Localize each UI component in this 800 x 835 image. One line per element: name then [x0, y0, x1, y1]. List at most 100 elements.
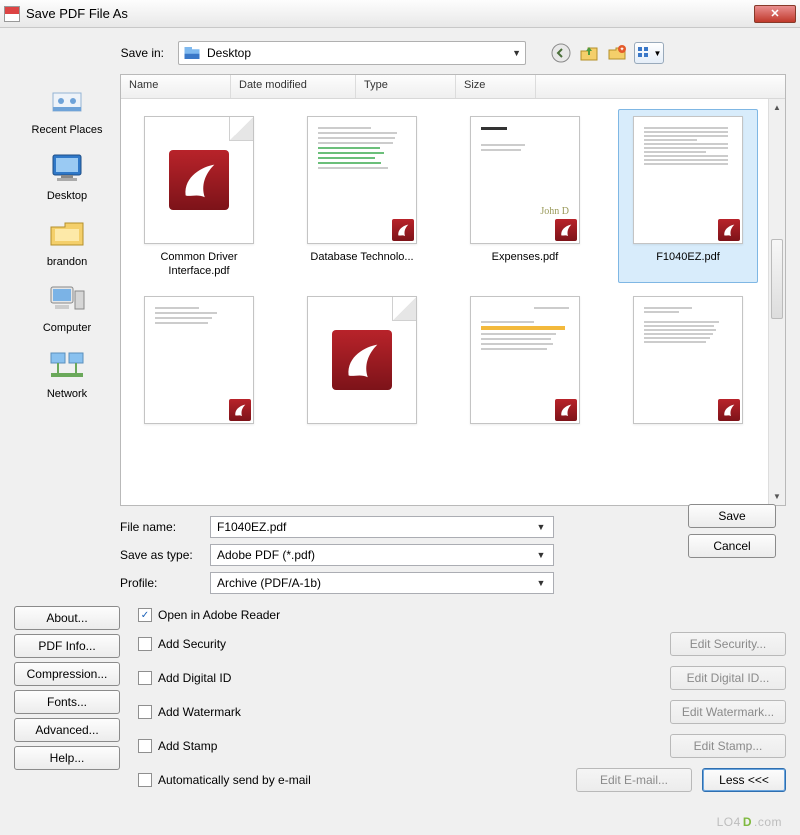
- checkbox-icon[interactable]: [138, 705, 152, 719]
- places-sidebar: Recent Places Desktop brandon Computer N…: [14, 74, 120, 506]
- file-name: Common Driver Interface.pdf: [134, 250, 264, 278]
- file-item[interactable]: Database Technolo...: [292, 109, 432, 283]
- file-item[interactable]: John D Expenses.pdf: [455, 109, 595, 283]
- opt-add-security[interactable]: Add Security Edit Security...: [138, 632, 786, 656]
- svg-text:✦: ✦: [619, 46, 624, 53]
- save-in-label: Save in:: [114, 46, 164, 60]
- save-in-value: Desktop: [207, 46, 512, 60]
- scroll-down-button[interactable]: ▼: [769, 488, 785, 505]
- file-grid[interactable]: Common Driver Interface.pdf Database Tech…: [121, 99, 785, 505]
- profile-value: Archive (PDF/A-1b): [217, 576, 533, 590]
- col-size[interactable]: Size: [456, 75, 536, 98]
- cancel-button[interactable]: Cancel: [688, 534, 776, 558]
- back-button[interactable]: [550, 42, 572, 64]
- sidebar-item-label: Network: [14, 388, 120, 400]
- profile-label: Profile:: [120, 576, 210, 590]
- compression-button[interactable]: Compression...: [14, 662, 120, 686]
- less-button[interactable]: Less <<<: [702, 768, 786, 792]
- scroll-up-button[interactable]: ▲: [769, 99, 785, 116]
- pdf-info-button[interactable]: PDF Info...: [14, 634, 120, 658]
- sidebar-item-label: Computer: [14, 322, 120, 334]
- chevron-down-icon: ▼: [533, 550, 549, 560]
- file-item[interactable]: [455, 289, 595, 435]
- fonts-button[interactable]: Fonts...: [14, 690, 120, 714]
- col-type[interactable]: Type: [356, 75, 456, 98]
- save-in-row: Save in: Desktop ▼ ✦ ▼: [114, 38, 786, 68]
- save-button[interactable]: Save: [688, 504, 776, 528]
- up-one-level-button[interactable]: [578, 42, 600, 64]
- checkbox-icon[interactable]: ✓: [138, 608, 152, 622]
- filename-combo[interactable]: F1040EZ.pdf ▼: [210, 516, 554, 538]
- file-item[interactable]: [129, 289, 269, 435]
- col-name[interactable]: Name: [121, 75, 231, 98]
- sidebar-item-desktop[interactable]: Desktop: [14, 146, 120, 208]
- file-thumbnail: [633, 116, 743, 244]
- opt-label: Add Watermark: [158, 705, 670, 719]
- watermark-text: LO4D.com: [717, 815, 782, 829]
- help-button[interactable]: Help...: [14, 746, 120, 770]
- window-title: Save PDF File As: [26, 6, 754, 21]
- left-buttons: About... PDF Info... Compression... Font…: [14, 606, 120, 792]
- edit-watermark-button: Edit Watermark...: [670, 700, 786, 724]
- close-button[interactable]: ✕: [754, 5, 796, 23]
- view-menu-button[interactable]: ▼: [634, 42, 664, 64]
- save-in-combo[interactable]: Desktop ▼: [178, 41, 526, 65]
- file-item[interactable]: [618, 289, 758, 435]
- sidebar-item-recent-places[interactable]: Recent Places: [14, 80, 120, 142]
- edit-email-button: Edit E-mail...: [576, 768, 692, 792]
- scrollbar-thumb[interactable]: [771, 239, 783, 319]
- opt-label: Add Security: [158, 637, 670, 651]
- opt-add-stamp[interactable]: Add Stamp Edit Stamp...: [138, 734, 786, 758]
- action-buttons: Save Cancel: [688, 504, 776, 558]
- column-headers[interactable]: Name Date modified Type Size: [121, 75, 785, 99]
- new-folder-button[interactable]: ✦: [606, 42, 628, 64]
- save-type-label: Save as type:: [120, 548, 210, 562]
- computer-icon: [47, 282, 87, 318]
- file-list-panel: Name Date modified Type Size Common Driv…: [120, 74, 786, 506]
- filename-value: F1040EZ.pdf: [217, 520, 533, 534]
- sidebar-item-label: Desktop: [14, 190, 120, 202]
- titlebar[interactable]: Save PDF File As ✕: [0, 0, 800, 28]
- save-type-value: Adobe PDF (*.pdf): [217, 548, 533, 562]
- opt-open-in-reader[interactable]: ✓ Open in Adobe Reader: [138, 608, 786, 622]
- col-date[interactable]: Date modified: [231, 75, 356, 98]
- opt-add-digital-id[interactable]: Add Digital ID Edit Digital ID...: [138, 666, 786, 690]
- chevron-down-icon: ▼: [654, 49, 662, 58]
- checkbox-icon[interactable]: [138, 637, 152, 651]
- checkbox-icon[interactable]: [138, 739, 152, 753]
- sidebar-item-computer[interactable]: Computer: [14, 278, 120, 340]
- app-icon: [4, 6, 20, 22]
- edit-digital-id-button: Edit Digital ID...: [670, 666, 786, 690]
- opt-label: Open in Adobe Reader: [158, 608, 786, 622]
- file-thumbnail: [144, 296, 254, 424]
- dialog-body: Save in: Desktop ▼ ✦ ▼: [0, 28, 800, 835]
- sidebar-item-user[interactable]: brandon: [14, 212, 120, 274]
- file-thumbnail: John D: [470, 116, 580, 244]
- file-item[interactable]: Common Driver Interface.pdf: [129, 109, 269, 283]
- file-name: Database Technolo...: [297, 250, 427, 264]
- file-item[interactable]: [292, 289, 432, 435]
- profile-combo[interactable]: Archive (PDF/A-1b) ▼: [210, 572, 554, 594]
- file-name: Expenses.pdf: [460, 250, 590, 264]
- file-item[interactable]: F1040EZ.pdf: [618, 109, 758, 283]
- file-thumbnail: [307, 116, 417, 244]
- main-area: Recent Places Desktop brandon Computer N…: [14, 74, 786, 506]
- network-icon: [47, 348, 87, 384]
- save-type-combo[interactable]: Adobe PDF (*.pdf) ▼: [210, 544, 554, 566]
- form-area: File name: F1040EZ.pdf ▼ Save as type: A…: [120, 516, 786, 594]
- vertical-scrollbar[interactable]: ▲ ▼: [768, 99, 785, 505]
- opt-auto-email[interactable]: Automatically send by e-mail Edit E-mail…: [138, 768, 786, 792]
- advanced-button[interactable]: Advanced...: [14, 718, 120, 742]
- sidebar-item-network[interactable]: Network: [14, 344, 120, 406]
- checkbox-icon[interactable]: [138, 773, 152, 787]
- about-button[interactable]: About...: [14, 606, 120, 630]
- edit-stamp-button: Edit Stamp...: [670, 734, 786, 758]
- file-thumbnail: [307, 296, 417, 424]
- bottom-panel: About... PDF Info... Compression... Font…: [14, 606, 786, 792]
- desktop-icon: [47, 150, 87, 186]
- opt-label: Automatically send by e-mail: [158, 773, 576, 787]
- file-name: F1040EZ.pdf: [623, 250, 753, 264]
- checkbox-icon[interactable]: [138, 671, 152, 685]
- folder-icon: [183, 44, 201, 62]
- opt-add-watermark[interactable]: Add Watermark Edit Watermark...: [138, 700, 786, 724]
